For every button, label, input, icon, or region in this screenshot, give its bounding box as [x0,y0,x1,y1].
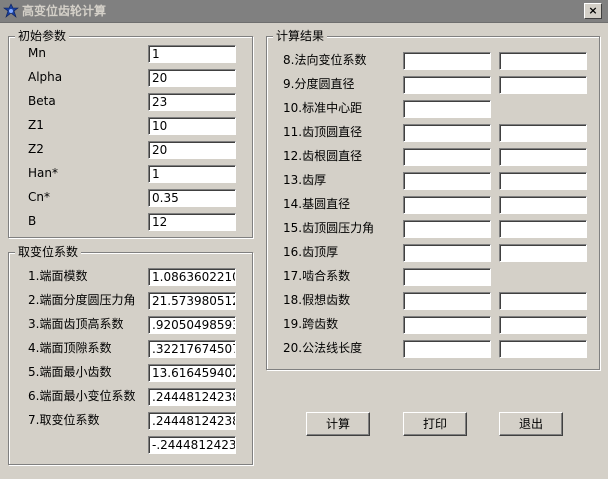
result-14-label: 14.基圆直径 [283,197,351,211]
result-19-input-1[interactable] [403,316,491,334]
result-19-label: 19.跨齿数 [283,317,339,331]
shift-row-1-input[interactable]: 1.08636022104 [148,268,236,286]
result-10-label: 10.标准中心距 [283,101,363,115]
shift-row-5-label: 5.端面最小齿数 [28,365,112,379]
b-label: B [28,214,37,228]
result-18-label: 18.假想齿数 [283,293,351,307]
shift-row-1-label: 1.端面模数 [28,269,88,283]
result-18-input-2[interactable] [499,292,587,310]
shift-row-4-label: 4.端面顶隙系数 [28,341,112,355]
shift-coeff-legend: 取变位系数 [15,245,82,259]
result-10-input-1[interactable] [403,100,491,118]
result-15-label: 15.齿顶圆压力角 [283,221,375,235]
shift-row-7-label: 7.取变位系数 [28,413,100,427]
result-20-input-1[interactable] [403,340,491,358]
result-13-input-2[interactable] [499,172,587,190]
cn-input[interactable]: 0.35 [148,189,236,207]
exit-button[interactable]: 退出 [499,412,563,436]
result-16-input-1[interactable] [403,244,491,262]
result-9-input-2[interactable] [499,76,587,94]
beta-label: Beta [28,94,56,108]
result-13-label: 13.齿厚 [283,173,327,187]
shift-row-6-input[interactable]: .24448124238164 [148,388,236,406]
alpha-input[interactable]: 20 [148,69,236,87]
result-11-label: 11.齿顶圆直径 [283,125,363,139]
result-15-input-1[interactable] [403,220,491,238]
title-bar: 高变位齿轮计算 × [0,0,608,23]
shift-row-2-label: 2.端面分度圆压力角 [28,293,136,307]
result-16-label: 16.齿顶厚 [283,245,339,259]
result-8-input-2[interactable] [499,52,587,70]
calculate-button[interactable]: 计算 [306,412,370,436]
results-legend: 计算结果 [273,29,328,43]
result-13-input-1[interactable] [403,172,491,190]
z2-input[interactable]: 20 [148,141,236,159]
result-17-label: 17.啮合系数 [283,269,351,283]
shift-coeff-group: 取变位系数 1.端面模数 1.08636022104 2.端面分度圆压力角 21… [8,245,253,465]
result-12-label: 12.齿根圆直径 [283,149,363,163]
result-12-input-2[interactable] [499,148,587,166]
z2-label: Z2 [28,142,44,156]
result-18-input-1[interactable] [403,292,491,310]
close-button[interactable]: × [584,3,602,19]
beta-input[interactable]: 23 [148,93,236,111]
mn-input[interactable]: 1 [148,45,236,63]
result-8-label: 8.法向变位系数 [283,53,367,67]
result-20-input-2[interactable] [499,340,587,358]
result-16-input-2[interactable] [499,244,587,262]
han-label: Han* [28,166,58,180]
result-9-label: 9.分度圆直径 [283,77,355,91]
b-input[interactable]: 12 [148,213,236,231]
shift-row-7b-input[interactable]: -.2444812423816 [148,436,236,454]
shift-row-7-input[interactable]: .24448124238164 [148,412,236,430]
result-17-input-1[interactable] [403,268,491,286]
han-input[interactable]: 1 [148,165,236,183]
result-8-input-1[interactable] [403,52,491,70]
alpha-label: Alpha [28,70,63,84]
window-title: 高变位齿轮计算 [22,4,107,18]
shift-row-3-input[interactable]: .92050498593754 [148,316,236,334]
result-9-input-1[interactable] [403,76,491,94]
shift-row-6-label: 6.端面最小变位系数 [28,389,136,403]
shift-row-2-input[interactable]: 21.57398051278 [148,292,236,310]
cn-label: Cn* [28,190,50,204]
result-20-label: 20.公法线长度 [283,341,363,355]
gear-icon [3,3,19,19]
result-15-input-2[interactable] [499,220,587,238]
z1-input[interactable]: 10 [148,117,236,135]
initial-params-group: 初始参数 Mn 1 Alpha 20 Beta 23 Z1 10 Z2 20 H… [8,29,253,238]
initial-params-legend: 初始参数 [15,29,70,43]
z1-label: Z1 [28,118,44,132]
result-14-input-2[interactable] [499,196,587,214]
shift-row-3-label: 3.端面齿顶高系数 [28,317,124,331]
mn-label: Mn [28,46,46,60]
print-button[interactable]: 打印 [403,412,467,436]
result-14-input-1[interactable] [403,196,491,214]
result-11-input-1[interactable] [403,124,491,142]
result-19-input-2[interactable] [499,316,587,334]
result-12-input-1[interactable] [403,148,491,166]
shift-row-4-input[interactable]: .32217674507810 [148,340,236,358]
shift-row-5-input[interactable]: 13.6164594026 [148,364,236,382]
results-group: 计算结果 8.法向变位系数 9.分度圆直径 10.标准中心距 11.齿顶圆直径 … [266,29,600,370]
result-11-input-2[interactable] [499,124,587,142]
